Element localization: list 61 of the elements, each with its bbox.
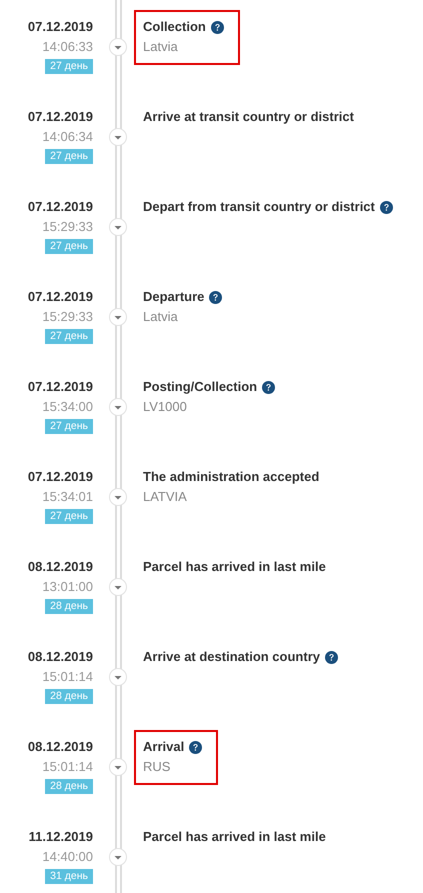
event-time: 13:01:00 bbox=[42, 578, 93, 596]
day-badge: 27 день bbox=[45, 329, 93, 344]
day-badge: 27 день bbox=[45, 419, 93, 434]
event-time: 15:01:14 bbox=[42, 668, 93, 686]
event-time: 14:06:34 bbox=[42, 128, 93, 146]
help-icon[interactable] bbox=[262, 380, 276, 394]
day-badge: 27 день bbox=[45, 149, 93, 164]
timeline-node-icon bbox=[109, 308, 127, 326]
timeline-node-icon bbox=[109, 668, 127, 686]
event-title: Arrival bbox=[143, 738, 184, 756]
event-title: Arrive at transit country or district bbox=[143, 108, 354, 126]
timeline-node-icon bbox=[109, 218, 127, 236]
event-date: 08.12.2019 bbox=[28, 558, 93, 576]
event-time: 15:34:00 bbox=[42, 398, 93, 416]
help-icon[interactable] bbox=[209, 290, 222, 304]
event-location: Latvia bbox=[143, 308, 179, 326]
event-date: 08.12.2019 bbox=[28, 648, 93, 666]
event-date: 07.12.2019 bbox=[28, 108, 93, 126]
event-date: 07.12.2019 bbox=[28, 288, 93, 306]
help-icon[interactable] bbox=[189, 740, 202, 754]
event-date: 07.12.2019 bbox=[28, 18, 93, 36]
timeline-node-icon bbox=[109, 578, 127, 596]
day-badge: 28 день bbox=[45, 599, 93, 614]
timeline-node-icon bbox=[109, 128, 127, 146]
event-location: RUS bbox=[143, 758, 172, 776]
event-title: Posting/Collection bbox=[143, 378, 258, 396]
event-title: Arrive at destination country bbox=[143, 648, 320, 666]
event-time: 15:01:14 bbox=[42, 758, 93, 776]
event-title: The administration accepted bbox=[143, 468, 320, 486]
event-time: 14:40:00 bbox=[42, 848, 93, 866]
event-date: 07.12.2019 bbox=[28, 198, 93, 216]
event-date: 07.12.2019 bbox=[28, 378, 93, 396]
timeline-node-icon bbox=[109, 758, 127, 776]
day-badge: 27 день bbox=[45, 239, 93, 254]
day-badge: 28 день bbox=[45, 779, 93, 794]
timeline-node-icon bbox=[109, 848, 127, 866]
timeline-node-icon bbox=[109, 38, 127, 56]
day-badge: 27 день bbox=[45, 509, 93, 524]
event-time: 15:29:33 bbox=[42, 218, 93, 236]
event-title: Parcel has arrived in last mile bbox=[143, 558, 326, 576]
event-title: Depart from transit country or district bbox=[143, 198, 375, 216]
day-badge: 31 день bbox=[45, 869, 93, 884]
event-location: LATVIA bbox=[143, 488, 188, 506]
event-date: 11.12.2019 bbox=[28, 828, 93, 846]
event-location: LV1000 bbox=[143, 398, 188, 416]
timeline-node-icon bbox=[109, 398, 127, 416]
event-time: 15:34:01 bbox=[42, 488, 93, 506]
event-title: Collection bbox=[143, 18, 206, 36]
help-icon[interactable] bbox=[324, 650, 338, 664]
event-title: Parcel has arrived in last mile bbox=[143, 828, 326, 846]
event-title: Departure bbox=[143, 288, 204, 306]
event-date: 08.12.2019 bbox=[28, 738, 93, 756]
timeline-node-icon bbox=[109, 488, 127, 506]
help-icon[interactable] bbox=[210, 20, 224, 34]
event-date: 07.12.2019 bbox=[28, 468, 93, 486]
help-icon[interactable] bbox=[380, 200, 393, 214]
day-badge: 27 день bbox=[45, 59, 93, 74]
event-time: 15:29:33 bbox=[42, 308, 93, 326]
event-location: Latvia bbox=[143, 38, 179, 56]
day-badge: 28 день bbox=[45, 689, 93, 704]
event-time: 14:06:33 bbox=[42, 38, 93, 56]
